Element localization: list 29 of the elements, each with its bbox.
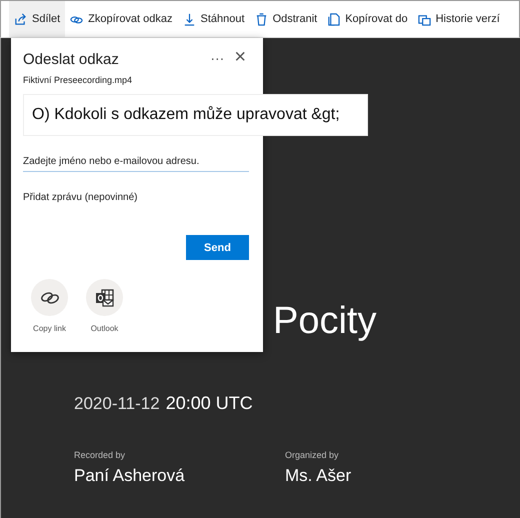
mail-icon <box>94 288 114 308</box>
recorded-by-name: Paní Asherová <box>74 466 186 486</box>
dialog-title: Odeslat odkaz <box>23 51 120 68</box>
send-button[interactable]: Send <box>186 235 249 260</box>
meeting-title: Pocity <box>273 300 376 342</box>
toolbar-button[interactable]: Sdílet <box>9 1 66 37</box>
stacked-windows-icon <box>418 12 431 26</box>
organized-by-name: Ms. Ašer <box>285 466 352 486</box>
toolbar-button[interactable]: Stáhnout <box>178 1 250 37</box>
recorded-by-label: Recorded by <box>74 450 126 460</box>
meeting-time: 20:00 UTC <box>166 393 253 414</box>
download-icon <box>182 12 196 26</box>
copy-link-button[interactable] <box>31 279 68 316</box>
toolbar-button[interactable]: Odstranit <box>250 1 322 37</box>
toolbar-button[interactable]: Historie verzí <box>412 1 505 37</box>
close-button[interactable]: × <box>229 46 251 69</box>
organized-by-label: Organized by <box>285 450 340 460</box>
share-option-label: Outlook <box>90 324 118 333</box>
file-name: Fiktivní Preseecording.mp4 <box>23 75 134 85</box>
share-option-label: Copy link <box>33 324 66 333</box>
share-icon <box>14 12 27 26</box>
trash-icon <box>254 12 268 26</box>
meeting-date: 2020-11-12 <box>74 394 160 414</box>
toolbar-button[interactable]: Zkopírovat odkaz <box>65 1 178 37</box>
outlook-button[interactable] <box>86 279 123 316</box>
copy-icon <box>327 12 340 26</box>
more-button[interactable]: ··· <box>205 50 230 66</box>
link-settings-button[interactable]: O) Kdokoli s odkazem může upravovat &gt; <box>23 94 368 136</box>
toolbar-button[interactable]: Kopírovat do <box>322 1 413 37</box>
